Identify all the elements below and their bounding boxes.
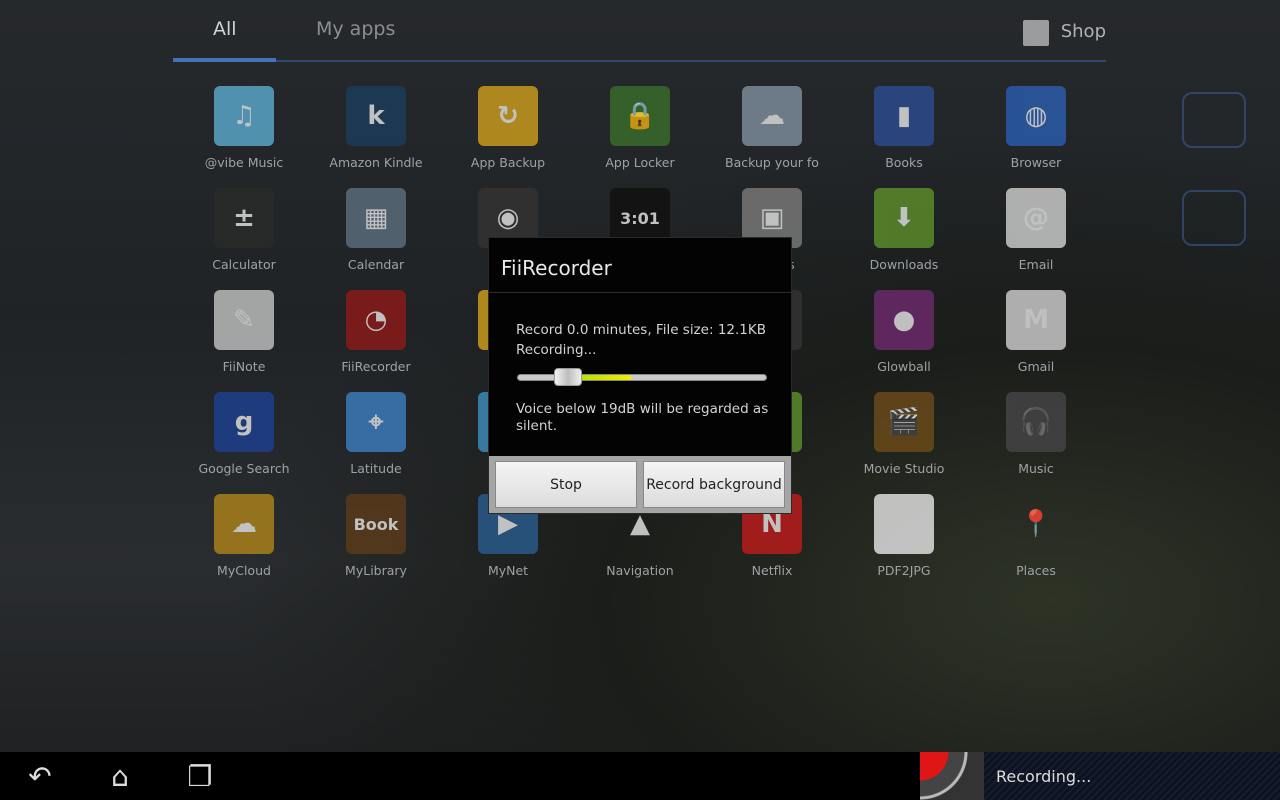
app-icon: ✎ [214,290,274,350]
tab-all[interactable]: All [213,18,237,40]
threshold-note: Voice below 19dB will be regarded as sil… [516,401,769,434]
silence-threshold-slider[interactable] [517,368,767,386]
app-label: Calculator [212,257,276,272]
stop-button[interactable]: Stop [495,461,637,508]
nvidia-icon[interactable] [1182,190,1246,246]
app-label: Movie Studio [863,461,945,476]
side-widget-icon[interactable] [1182,92,1246,148]
app-label: Navigation [606,563,674,578]
app-gmail[interactable]: M Gmail [970,290,1102,374]
app-downloads[interactable]: ⬇ Downloads [838,188,970,272]
back-icon[interactable]: ↶ [20,762,60,792]
app-icon: ± [214,188,274,248]
app-movie-studio[interactable]: 🎬 Movie Studio [838,392,970,476]
app-label: FiiRecorder [341,359,411,374]
app-icon: ◍ [1006,86,1066,146]
app-label: App Locker [605,155,675,170]
app-music[interactable]: 🎧 Music [970,392,1102,476]
level-meter [581,375,631,380]
app-label: Places [1016,563,1056,578]
app-icon: ♫ [214,86,274,146]
app-icon: ▮ [874,86,934,146]
tab-indicator [173,58,276,62]
app-label: App Backup [470,155,546,170]
shop-button[interactable]: Shop [1022,18,1106,46]
tab-my-apps[interactable]: My apps [316,18,395,40]
recent-apps-icon[interactable]: ❐ [180,762,220,792]
app-icon: @ [1006,188,1066,248]
app-calculator[interactable]: ± Calculator [178,188,310,272]
app-label: Amazon Kindle [329,155,423,170]
app-icon: Book [346,494,406,554]
dialog-title: FiiRecorder [501,256,612,280]
app-label: MyCloud [217,563,271,578]
app-label: MyLibrary [345,563,407,578]
shopping-bag-icon [1022,20,1049,46]
record-background-button[interactable]: Record background [643,461,785,508]
app-label: FiiNote [222,359,266,374]
app-label: PDF2JPG [877,563,931,578]
app-mycloud[interactable]: ☁ MyCloud [178,494,310,578]
app-icon: ◔ [346,290,406,350]
app-places[interactable]: 📍 Places [970,494,1102,578]
app-icon: M [1006,290,1066,350]
record-status: Record 0.0 minutes, File size: 12.1KB [516,322,766,338]
app-icon: ● [874,290,934,350]
app-label: Gmail [1017,359,1055,374]
divider [489,292,791,293]
shop-label: Shop [1060,20,1106,42]
app-label: Books [885,155,923,170]
app-fiinote[interactable]: ✎ FiiNote [178,290,310,374]
app-mylibrary[interactable]: Book MyLibrary [310,494,442,578]
app-icon: g [214,392,274,452]
app-icon: ↻ [478,86,538,146]
app-icon: ☁ [214,494,274,554]
fiirecorder-dialog: FiiRecorder Record 0.0 minutes, File siz… [488,237,792,514]
home-icon[interactable]: ⌂ [100,762,140,792]
app-label: Netflix [751,563,793,578]
app-label: @vibe Music [204,155,284,170]
app-icon: ▦ [346,188,406,248]
recording-label: Recording... [516,342,597,358]
app-glowball[interactable]: ● Glowball [838,290,970,374]
app-icon: ⬇ [874,188,934,248]
app-label: Email [1018,257,1054,272]
app-icon: k [346,86,406,146]
app-icon: 🎧 [1006,392,1066,452]
app-app-locker[interactable]: 🔒 App Locker [574,86,706,170]
app-label: Browser [1010,155,1062,170]
app-books[interactable]: ▮ Books [838,86,970,170]
dialog-buttons: Stop Record background [489,456,791,513]
app-icon: 📍 [1019,509,1053,539]
app-label: Google Search [198,461,290,476]
app-latitude[interactable]: ⌖ Latitude [310,392,442,476]
app-label: Latitude [350,461,402,476]
app-app-backup[interactable]: ↻ App Backup [442,86,574,170]
fiirecorder-icon [920,752,984,800]
app-backup-your-fo[interactable]: ☁ Backup your fo [706,86,838,170]
app-calendar[interactable]: ▦ Calendar [310,188,442,272]
app-fiirecorder[interactable]: ◔ FiiRecorder [310,290,442,374]
recording-notification[interactable]: Recording... [920,752,1280,800]
app-icon: ⌖ [346,392,406,452]
app-email[interactable]: @ Email [970,188,1102,272]
app-label: MyNet [487,563,529,578]
app-pdf2jpg[interactable]: jpg PDF2JPG [838,494,970,578]
app-browser[interactable]: ◍ Browser [970,86,1102,170]
app--vibe-music[interactable]: ♫ @vibe Music [178,86,310,170]
app-label: Calendar [347,257,405,272]
app-icon: ☁ [742,86,802,146]
app-amazon-kindle[interactable]: k Amazon Kindle [310,86,442,170]
app-label: Glowball [877,359,931,374]
app-label: Music [1018,461,1054,476]
app-label: Backup your fo [725,155,819,170]
app-label: Downloads [869,257,939,272]
notification-text: Recording... [996,767,1092,786]
app-icon: 🎬 [874,392,934,452]
app-icon: 🔒 [610,86,670,146]
app-drawer-tabs: All My apps Shop [173,0,1106,62]
app-google-search[interactable]: g Google Search [178,392,310,476]
app-icon: jpg [874,494,934,554]
slider-thumb[interactable] [554,368,582,386]
